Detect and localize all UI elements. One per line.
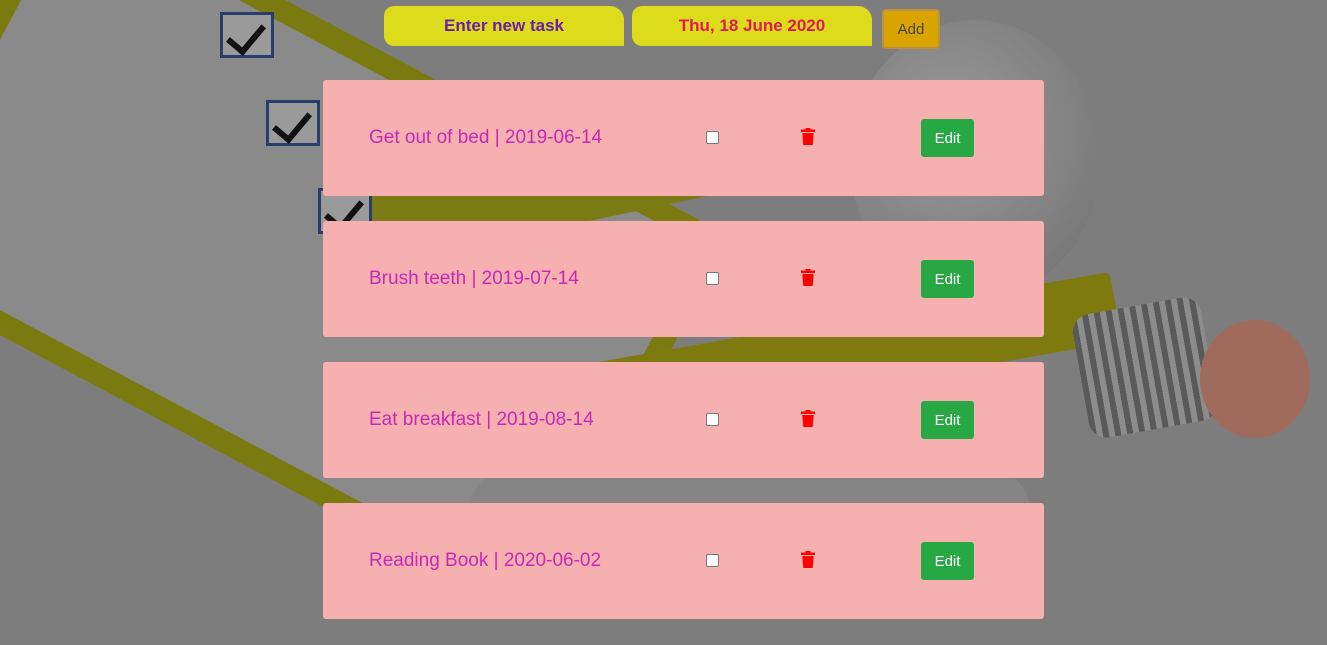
- edit-button[interactable]: Edit: [921, 542, 974, 580]
- add-button[interactable]: Add: [882, 9, 940, 49]
- date-picker[interactable]: Thu, 18 June 2020: [632, 6, 872, 46]
- edit-button[interactable]: Edit: [921, 260, 974, 298]
- task-text: Brush teeth | 2019-07-14: [369, 268, 579, 289]
- edit-button[interactable]: Edit: [921, 401, 974, 439]
- task-list: Get out of bed | 2019-06-14 Edit Brush t…: [323, 80, 1044, 644]
- task-complete-checkbox[interactable]: [706, 554, 719, 567]
- task-text: Get out of bed | 2019-06-14: [369, 127, 603, 148]
- task-complete-checkbox[interactable]: [706, 131, 719, 144]
- task-item: Eat breakfast | 2019-08-14 Edit: [323, 362, 1044, 478]
- todo-app: Thu, 18 June 2020 Add Get out of bed | 2…: [0, 0, 1327, 645]
- task-item: Get out of bed | 2019-06-14 Edit: [323, 80, 1044, 196]
- trash-icon[interactable]: [801, 551, 815, 568]
- trash-icon[interactable]: [801, 269, 815, 286]
- task-text: Reading Book | 2020-06-02: [369, 550, 602, 571]
- edit-button[interactable]: Edit: [921, 119, 974, 157]
- task-complete-checkbox[interactable]: [706, 413, 719, 426]
- task-complete-checkbox[interactable]: [706, 272, 719, 285]
- task-item: Brush teeth | 2019-07-14 Edit: [323, 221, 1044, 337]
- task-text: Eat breakfast | 2019-08-14: [369, 409, 594, 430]
- trash-icon[interactable]: [801, 410, 815, 427]
- task-item: Reading Book | 2020-06-02 Edit: [323, 503, 1044, 619]
- task-input[interactable]: [384, 6, 624, 46]
- trash-icon[interactable]: [801, 128, 815, 145]
